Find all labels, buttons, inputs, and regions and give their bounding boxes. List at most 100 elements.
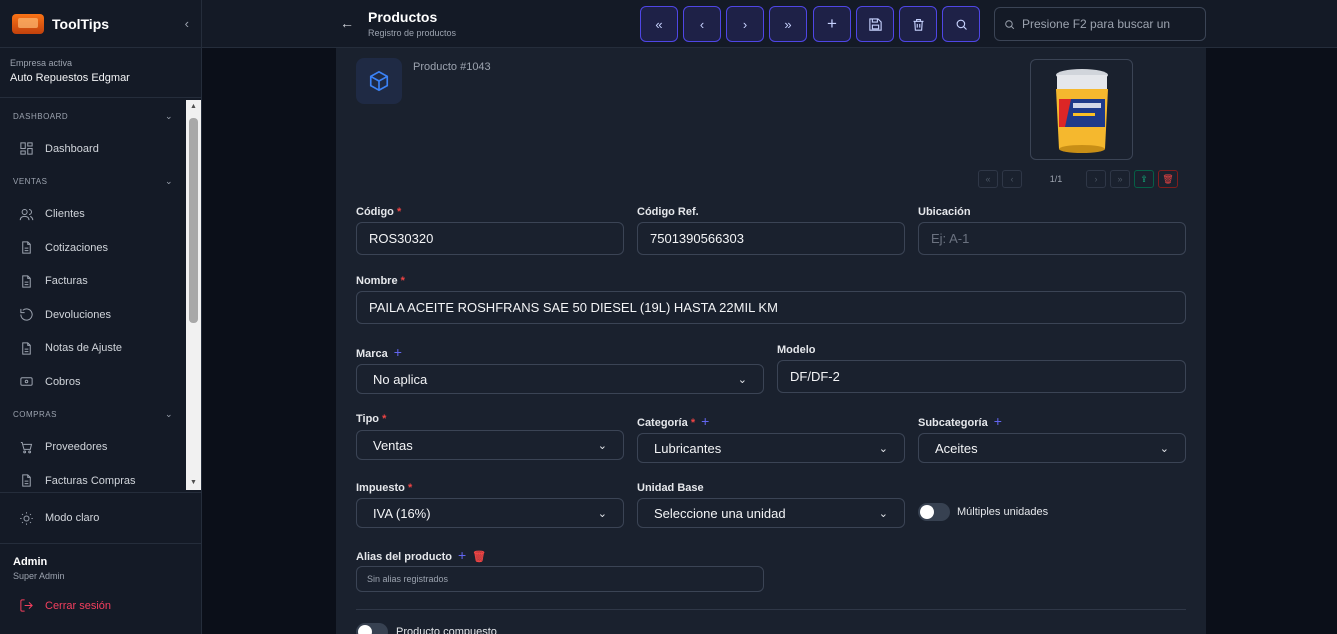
chevron-right-icon: › <box>742 16 748 32</box>
ubicacion-field[interactable]: Ej: A-1 <box>918 222 1186 255</box>
sidebar-item-facturas[interactable]: Facturas <box>0 265 186 299</box>
impuesto-value: IVA (16%) <box>373 505 431 521</box>
categoria-label: Categoría * + <box>637 413 710 429</box>
delete-image-button[interactable]: 🗑 <box>1158 170 1178 188</box>
sidebar-item-dashboard[interactable]: Dashboard <box>0 132 186 166</box>
search-button[interactable] <box>942 6 980 42</box>
trash-icon: 🗑 <box>1162 173 1174 184</box>
impuesto-select[interactable]: IVA (16%) ⌄ <box>356 498 624 528</box>
document-icon <box>22 275 31 288</box>
codigo-ref-field[interactable]: 7501390566303 <box>637 222 905 255</box>
user-name: Admin <box>13 556 48 568</box>
sidebar-item-label: Notas de Ajuste <box>45 342 123 355</box>
first-record-button[interactable]: « <box>640 6 678 42</box>
image-next-button[interactable]: › <box>1086 170 1106 188</box>
logout-icon <box>20 599 33 612</box>
product-number: Producto #1043 <box>413 61 491 73</box>
chevron-down-icon: ⌄ <box>878 507 888 520</box>
sidebar-item-label: Cobros <box>45 375 81 388</box>
unidad-base-value: Seleccione una unidad <box>654 505 786 521</box>
scroll-thumb[interactable] <box>189 118 198 323</box>
unidad-base-select[interactable]: Seleccione una unidad ⌄ <box>637 498 905 528</box>
sidebar-item-proveedores[interactable]: Proveedores <box>0 431 186 465</box>
subcategoria-select[interactable]: Aceites ⌄ <box>918 433 1186 463</box>
chevron-down-icon: ⌄ <box>164 176 173 186</box>
add-marca-icon[interactable]: + <box>394 344 402 360</box>
new-record-button[interactable]: + <box>813 6 851 42</box>
plus-icon: + <box>827 14 837 33</box>
add-alias-icon[interactable]: + <box>458 547 466 563</box>
company-label: Empresa activa <box>10 58 73 68</box>
brand-name: ToolTips <box>52 15 110 32</box>
marca-value: No aplica <box>373 371 428 387</box>
sidebar-item-facturas-compras[interactable]: Facturas Compras <box>0 464 186 490</box>
delete-button[interactable] <box>899 6 937 42</box>
codigo-label-text: Código <box>356 206 394 218</box>
chevron-left-icon[interactable]: ‹ <box>185 16 189 31</box>
unidad-base-label: Unidad Base <box>637 482 704 494</box>
marca-select[interactable]: No aplica ⌄ <box>356 364 764 394</box>
multiples-unidades-toggle[interactable] <box>918 503 950 521</box>
scroll-down-icon[interactable]: ▼ <box>186 476 201 490</box>
chevron-down-icon: ⌄ <box>164 110 173 121</box>
sidebar-nav: DASHBOARD ⌄ Dashboard VENTAS ⌄ Clientes … <box>0 100 202 490</box>
image-previous-button[interactable]: ‹ <box>1002 170 1022 188</box>
save-button[interactable] <box>856 6 894 42</box>
tipo-select[interactable]: Ventas ⌄ <box>356 430 624 460</box>
categoria-value: Lubricantes <box>654 440 722 456</box>
sidebar-item-cotizaciones[interactable]: Cotizaciones <box>0 231 186 265</box>
divider <box>356 609 1186 610</box>
producto-compuesto-toggle[interactable] <box>356 623 388 634</box>
alias-label-text: Alias del producto <box>356 551 452 563</box>
arrow-left-icon[interactable]: ← <box>340 15 354 31</box>
nombre-label: Nombre * <box>356 275 405 287</box>
add-categoria-icon[interactable]: + <box>701 413 709 429</box>
sidebar-item-cobros[interactable]: Cobros <box>0 365 186 399</box>
section-dashboard[interactable]: DASHBOARD ⌄ <box>0 100 186 132</box>
sidebar-item-clientes[interactable]: Clientes <box>0 198 186 232</box>
image-navigation: « ‹ 1/1 › » ⇪ 🗑 <box>978 170 1182 188</box>
sidebar-scrollbar[interactable]: ▲ ▼ <box>186 100 201 490</box>
document-icon <box>22 474 31 487</box>
nombre-field[interactable]: PAILA ACEITE ROSHFRANS SAE 50 DIESEL (19… <box>356 291 1186 324</box>
marca-label: Marca + <box>356 344 402 360</box>
upload-icon: ⇪ <box>1140 173 1148 184</box>
sidebar-item-label: Dashboard <box>45 142 99 155</box>
modelo-field[interactable]: DF/DF-2 <box>777 360 1186 393</box>
image-counter: 1/1 <box>1049 174 1063 184</box>
scroll-up-icon[interactable]: ▲ <box>186 100 201 114</box>
sidebar-item-devoluciones[interactable]: Devoluciones <box>0 298 186 332</box>
chevron-down-icon: ⌄ <box>164 409 173 419</box>
upload-image-button[interactable]: ⇪ <box>1134 170 1154 188</box>
logout-label: Cerrar sesión <box>45 599 112 612</box>
trash-icon <box>913 18 923 31</box>
product-image[interactable] <box>1030 59 1133 160</box>
next-record-button[interactable]: › <box>726 6 764 42</box>
image-first-button[interactable]: « <box>978 170 998 188</box>
subcategoria-label-text: Subcategoría <box>918 417 988 429</box>
chevrons-left-icon: « <box>655 16 663 32</box>
codigo-label: Código * <box>356 206 402 218</box>
search-input[interactable] <box>1022 17 1197 31</box>
product-avatar <box>356 58 402 104</box>
sidebar-item-label: Facturas Compras <box>45 474 136 487</box>
last-record-button[interactable]: » <box>769 6 807 42</box>
trash-icon[interactable]: 🗑 <box>472 551 486 563</box>
search-icon <box>956 19 967 30</box>
theme-toggle-label: Modo claro <box>45 512 100 524</box>
subcategoria-value: Aceites <box>935 440 978 456</box>
box-icon <box>369 70 389 92</box>
logout-button[interactable]: Cerrar sesión <box>19 598 111 613</box>
section-ventas[interactable]: VENTAS ⌄ <box>0 166 186 198</box>
previous-record-button[interactable]: ‹ <box>683 6 721 42</box>
add-subcategoria-icon[interactable]: + <box>994 413 1002 429</box>
sidebar-item-label: Clientes <box>45 208 85 221</box>
image-last-button[interactable]: » <box>1110 170 1130 188</box>
section-compras[interactable]: COMPRAS ⌄ <box>0 399 186 431</box>
codigo-field[interactable]: ROS30320 <box>356 222 624 255</box>
categoria-select[interactable]: Lubricantes ⌄ <box>637 433 905 463</box>
sidebar-item-notas-ajuste[interactable]: Notas de Ajuste <box>0 332 186 366</box>
theme-toggle-button[interactable]: Modo claro <box>0 492 201 544</box>
tipo-label-text: Tipo <box>356 413 380 425</box>
impuesto-label: Impuesto * <box>356 482 413 494</box>
